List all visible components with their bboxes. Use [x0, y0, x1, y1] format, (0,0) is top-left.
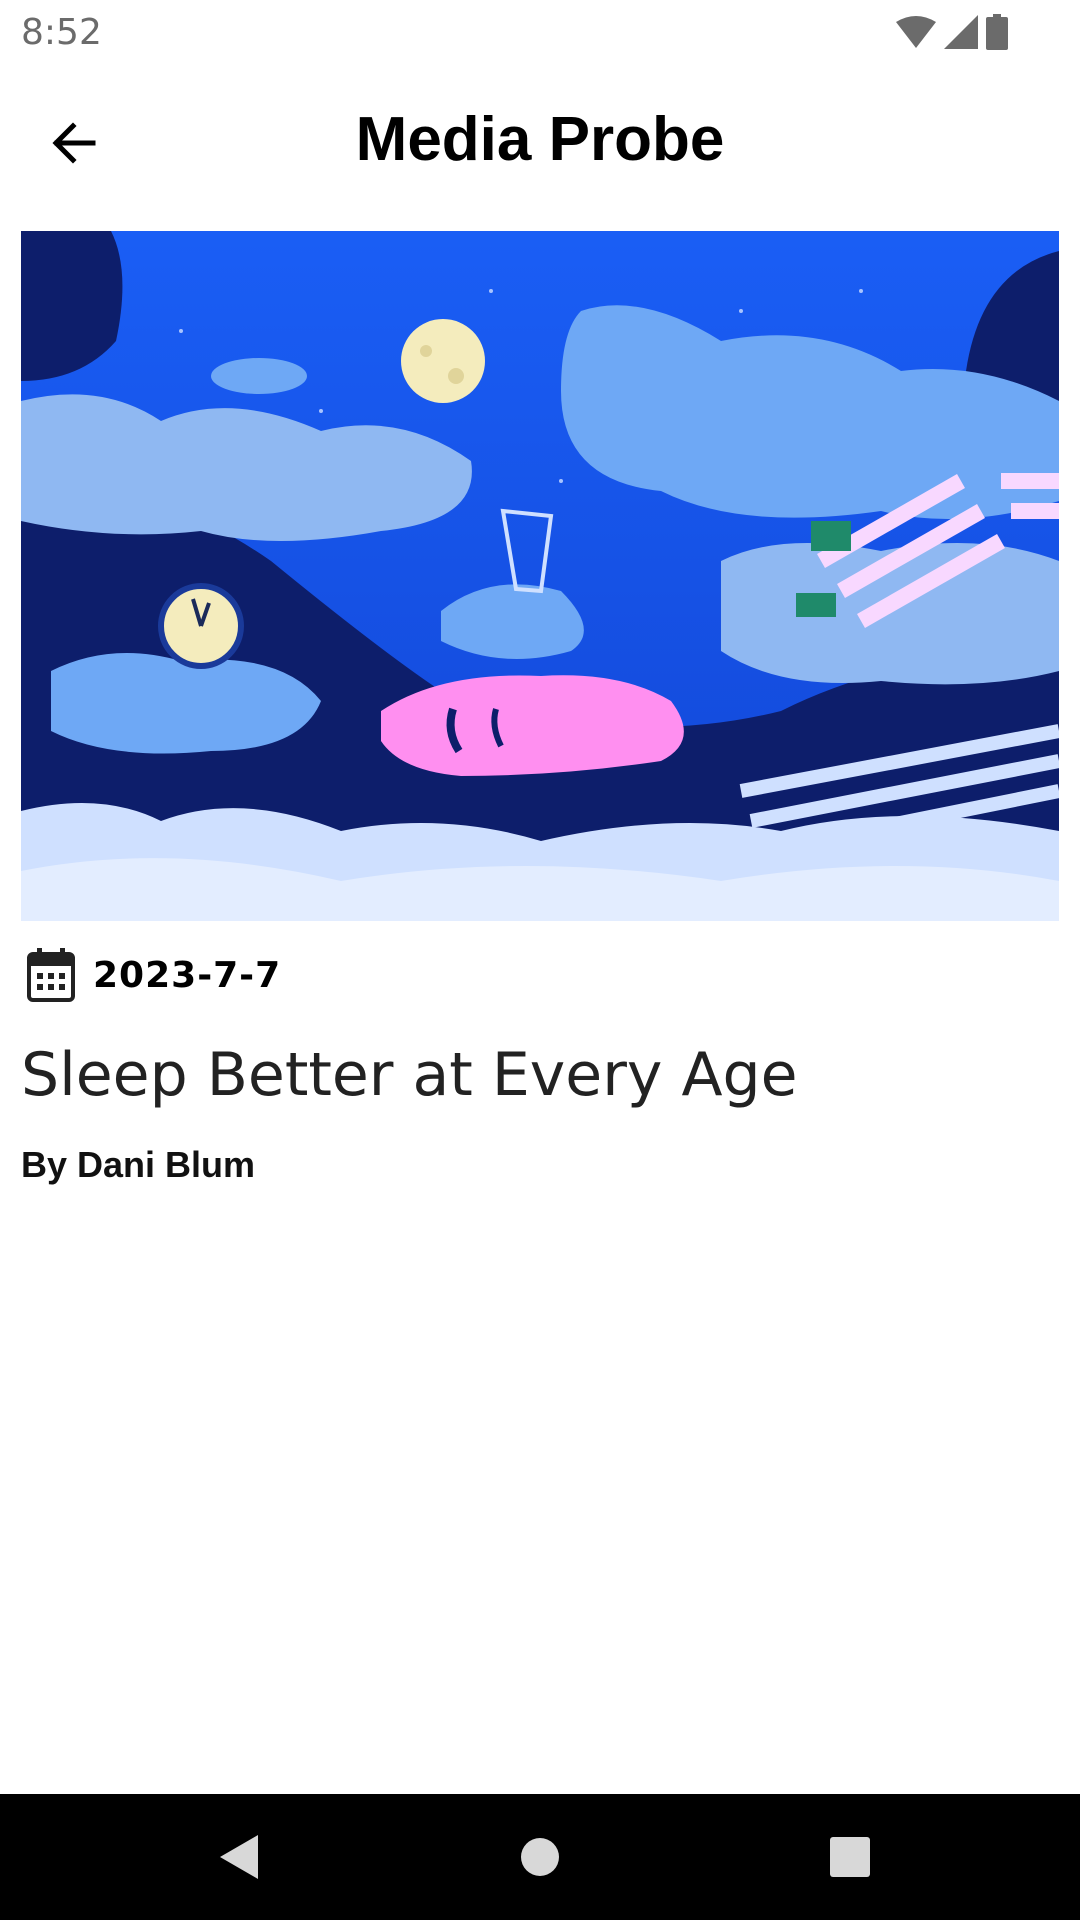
signal-icon	[944, 15, 978, 49]
back-triangle-icon	[220, 1835, 258, 1879]
sleep-illustration	[21, 231, 1059, 921]
status-icons	[896, 12, 1008, 52]
nav-home-button[interactable]	[510, 1827, 570, 1887]
article-date: 2023-7-7	[93, 954, 282, 996]
recents-square-icon	[830, 1837, 870, 1877]
battery-icon	[986, 14, 1008, 50]
home-circle-icon	[521, 1838, 559, 1876]
article-byline: By Dani Blum	[21, 1144, 256, 1185]
system-nav-bar	[0, 1794, 1080, 1920]
article-date-row: 2023-7-7	[27, 947, 281, 1003]
app-bar: Media Probe	[0, 64, 1080, 206]
wifi-icon	[896, 16, 936, 48]
status-bar: 8:52	[0, 0, 1080, 64]
nav-back-button[interactable]	[210, 1827, 270, 1887]
nav-recents-button[interactable]	[820, 1827, 880, 1887]
calendar-icon	[27, 948, 75, 1002]
article-image[interactable]	[21, 231, 1059, 921]
status-time: 8:52	[21, 12, 102, 53]
article-title: Sleep Better at Every Age	[21, 1040, 798, 1110]
page-title: Media Probe	[355, 105, 725, 174]
